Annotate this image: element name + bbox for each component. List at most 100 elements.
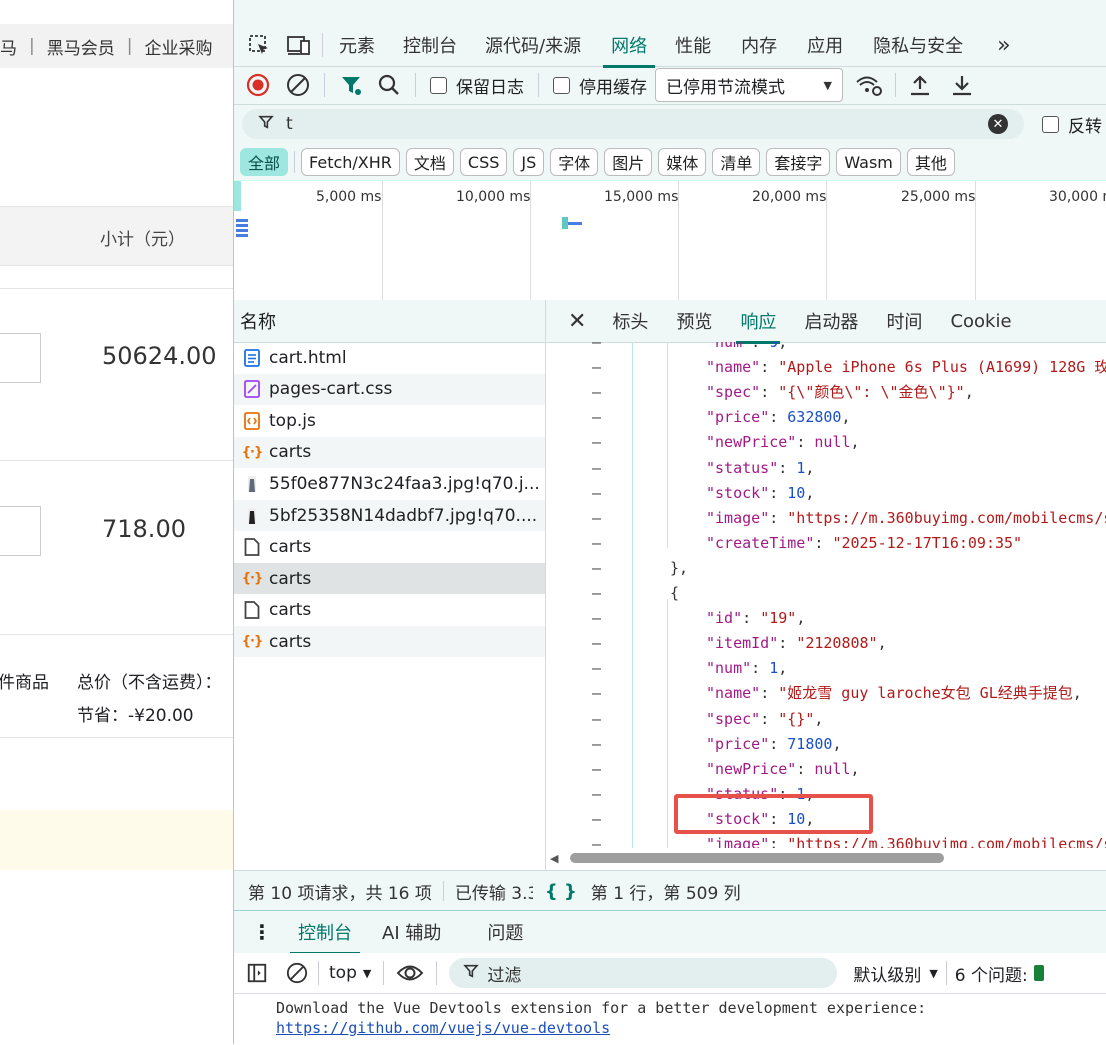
drawer-tab-console[interactable]: 控制台: [290, 919, 360, 955]
request-row[interactable]: carts: [234, 595, 545, 626]
fold-marker: –: [592, 584, 602, 602]
items-count-suffix: 件商品: [0, 673, 49, 693]
request-row[interactable]: {·} carts: [234, 626, 545, 658]
more-tabs-chevron-icon[interactable]: »: [997, 33, 1010, 58]
clear-filter-icon[interactable]: ✕: [988, 114, 1008, 134]
network-conditions-icon[interactable]: [855, 73, 883, 97]
web-page-viewport: 马 | 黑马会员 | 企业采购 小计（元） 50624.00 718.00 件商…: [0, 0, 233, 1044]
tab-headers[interactable]: 标头: [612, 308, 648, 334]
tab-sources[interactable]: 源代码/来源: [485, 32, 581, 58]
toolbar-separator: [436, 961, 438, 985]
timeline-overview[interactable]: 5,000 ms 10,000 ms 15,000 ms 20,000 ms 2…: [234, 180, 1106, 302]
chip-media[interactable]: 媒体: [658, 148, 707, 176]
tab-timing[interactable]: 时间: [886, 308, 922, 334]
timeline-gridline: [382, 181, 383, 301]
quantity-input[interactable]: [0, 333, 41, 383]
chip-wasm[interactable]: Wasm: [836, 148, 901, 176]
tab-preview[interactable]: 预览: [676, 308, 712, 334]
log-level-select[interactable]: 默认级别 ▼: [853, 961, 937, 986]
chip-font[interactable]: 字体: [550, 148, 599, 176]
toolbar-separator: [322, 33, 323, 57]
json-key: spec: [715, 383, 752, 402]
name-column-header[interactable]: 名称: [234, 300, 545, 343]
tab-privacy-security[interactable]: 隐私与安全: [873, 32, 963, 58]
drawer-menu-icon[interactable]: ⋮: [252, 920, 272, 944]
tab-response[interactable]: 响应: [736, 308, 781, 344]
chip-all[interactable]: 全部: [240, 148, 289, 176]
request-row[interactable]: 55f0e877N3c24faa3.jpg!q70.j...: [234, 468, 545, 499]
fold-marker: –: [592, 609, 602, 628]
drawer-tab-issues[interactable]: 问题: [487, 919, 523, 945]
preserve-log-checkbox[interactable]: [430, 76, 447, 94]
live-expression-eye-icon[interactable]: [396, 962, 424, 984]
close-icon[interactable]: ✕: [568, 309, 586, 334]
request-row[interactable]: cart.html: [234, 342, 545, 373]
chip-doc[interactable]: 文档: [405, 148, 454, 176]
request-row[interactable]: {·} carts: [234, 563, 545, 595]
clear-icon[interactable]: [286, 73, 310, 97]
vue-devtools-link[interactable]: https://github.com/vuejs/vue-devtools: [276, 1019, 610, 1037]
pretty-print-icon[interactable]: { }: [545, 881, 577, 902]
blank-doc-icon: [243, 601, 261, 620]
chip-js[interactable]: JS: [513, 148, 545, 176]
tab-initiator[interactable]: 启动器: [804, 308, 858, 334]
response-code-view[interactable]: – "num": 9, – "name": "Apple iPhone 6s Plus…: [546, 342, 1106, 848]
console-filter-input[interactable]: 过滤: [449, 958, 838, 988]
row-subtotal: 718.00: [102, 515, 186, 543]
scroll-left-arrow-icon[interactable]: ◀: [550, 852, 558, 865]
throttling-value: 已停用节流模式: [666, 77, 785, 98]
fold-marker: –: [592, 684, 602, 703]
request-name: carts: [269, 442, 312, 463]
nav-item-member[interactable]: 黑马会员: [47, 34, 115, 59]
request-row[interactable]: top.js: [234, 405, 545, 436]
chip-other[interactable]: 其他: [906, 148, 955, 176]
filter-input[interactable]: t ✕: [242, 109, 1024, 139]
request-row[interactable]: 5bf25358N14dadbf7.jpg!q70....: [234, 500, 545, 531]
issue-badge-icon[interactable]: [1033, 965, 1044, 981]
nav-item-partial[interactable]: 马: [0, 34, 17, 59]
request-name: top.js: [269, 410, 316, 431]
clear-console-icon[interactable]: [286, 962, 308, 984]
row-divider: [0, 460, 233, 461]
tab-memory[interactable]: 内存: [741, 32, 777, 58]
import-har-icon[interactable]: [908, 73, 932, 97]
chip-css[interactable]: CSS: [459, 148, 508, 176]
timeline-window-handle[interactable]: [234, 181, 241, 211]
json-key: num: [715, 659, 743, 678]
tab-performance[interactable]: 性能: [675, 32, 711, 58]
nav-item-enterprise[interactable]: 企业采购: [144, 34, 212, 59]
toolbar-separator: [538, 73, 539, 97]
fold-marker: –: [592, 483, 602, 502]
device-toolbar-icon[interactable]: [286, 33, 312, 57]
chip-fetch-xhr[interactable]: Fetch/XHR: [301, 148, 400, 176]
tab-cookies[interactable]: Cookie: [950, 311, 1011, 332]
filter-funnel-icon[interactable]: [339, 73, 363, 97]
record-stop-icon[interactable]: [246, 73, 270, 97]
tab-network[interactable]: 网络: [603, 32, 656, 68]
tab-application[interactable]: 应用: [807, 32, 843, 58]
request-row[interactable]: {·} carts: [234, 436, 545, 468]
scrollbar-thumb[interactable]: [570, 853, 944, 863]
invert-checkbox[interactable]: [1042, 115, 1059, 133]
context-select[interactable]: top ▼: [329, 963, 371, 983]
fold-marker: –: [592, 734, 602, 753]
tab-elements[interactable]: 元素: [339, 32, 375, 58]
search-icon[interactable]: [377, 73, 401, 97]
throttling-select[interactable]: 已停用节流模式 ▼: [655, 68, 843, 102]
request-row[interactable]: pages-cart.css: [234, 373, 545, 405]
quantity-input[interactable]: [0, 506, 41, 556]
fold-marker: –: [592, 809, 602, 828]
drawer-tab-ai-assist[interactable]: AI 辅助: [382, 919, 441, 945]
chip-img[interactable]: 图片: [604, 148, 653, 176]
highlight-box: [674, 794, 873, 834]
export-har-icon[interactable]: [950, 73, 974, 97]
inspect-element-icon[interactable]: [246, 33, 272, 57]
chip-manifest[interactable]: 清单: [712, 148, 761, 176]
request-row[interactable]: carts: [234, 532, 545, 563]
issues-count[interactable]: 6 个问题:: [955, 961, 1028, 986]
tab-console[interactable]: 控制台: [403, 32, 457, 58]
disable-cache-checkbox[interactable]: [553, 76, 570, 94]
horizontal-scrollbar[interactable]: ◀: [546, 848, 1106, 868]
chip-socket[interactable]: 套接字: [766, 148, 831, 176]
sidebar-toggle-icon[interactable]: [246, 962, 268, 984]
